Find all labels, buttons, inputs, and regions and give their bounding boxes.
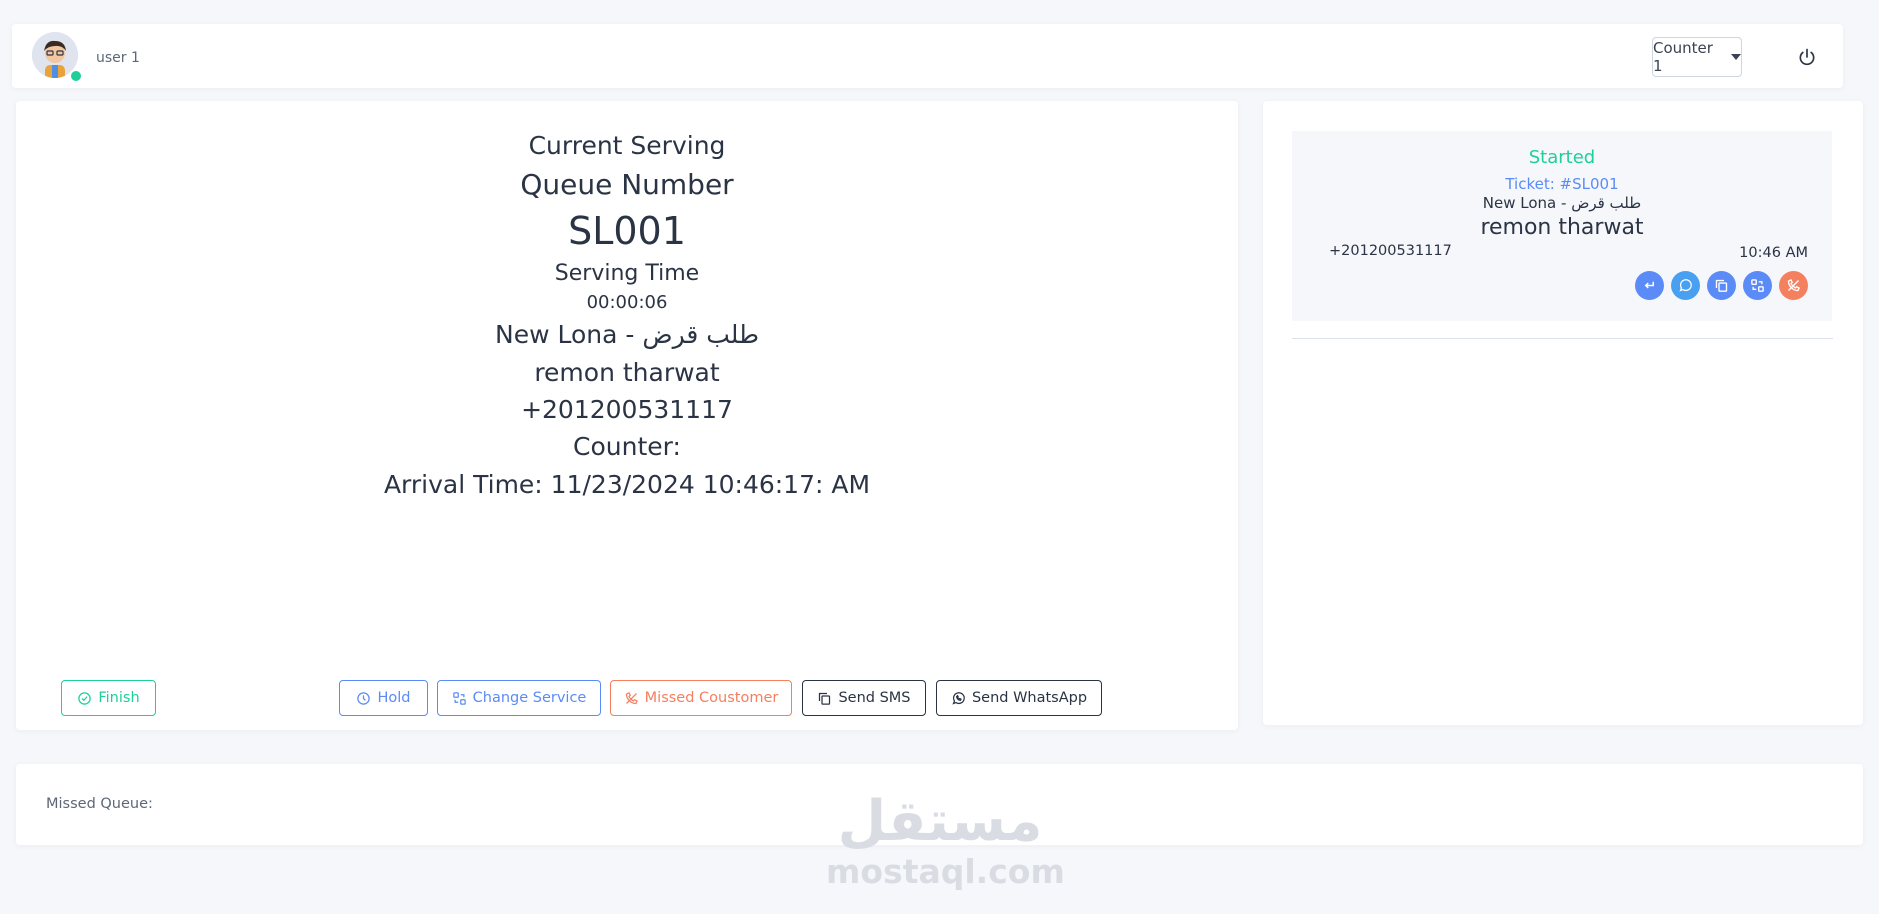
missed-customer-label: Missed Coustomer [644, 690, 779, 706]
whatsapp-icon [1679, 279, 1692, 292]
finish-button[interactable]: Finish [61, 680, 156, 716]
send-sms-button[interactable]: Send SMS [802, 680, 926, 716]
ticket-sms-button[interactable] [1707, 271, 1736, 300]
copy-icon [819, 692, 831, 705]
ticket-number: Ticket: #SL001 [1505, 175, 1619, 193]
top-header: user 1 Counter 1 [12, 24, 1843, 88]
queue-divider [1292, 338, 1833, 339]
counter-label: Counter: [573, 432, 681, 461]
send-whatsapp-label: Send WhatsApp [971, 690, 1088, 706]
ticket-service: New Lona - طلب قرض [1482, 194, 1642, 212]
user-name: user 1 [96, 50, 140, 66]
ticket-customer-name: remon tharwat [1480, 215, 1644, 240]
phone-missed-icon [625, 691, 638, 704]
missed-queue-label: Missed Queue: [46, 796, 153, 812]
ticket-status: Started [1528, 147, 1596, 168]
ticket-time: 10:46 AM [1739, 245, 1808, 261]
customer-phone: +201200531117 [521, 395, 733, 424]
hold-label: Hold [377, 690, 411, 706]
finish-label: Finish [98, 690, 140, 706]
service-name: New Lona - طلب قرض [495, 320, 759, 349]
customer-name: remon tharwat [534, 358, 720, 387]
ticket-phone: +201200531117 [1329, 243, 1452, 259]
clock-icon [357, 691, 371, 705]
missed-customer-button[interactable]: Missed Coustomer [610, 680, 792, 716]
ticket-actions [1635, 271, 1808, 300]
online-status-dot [69, 69, 83, 83]
power-button[interactable] [1794, 44, 1820, 70]
counter-dropdown[interactable]: Counter 1 [1652, 37, 1742, 77]
current-serving-title: Current Serving [528, 131, 726, 160]
power-icon [1799, 48, 1815, 66]
change-service-label: Change Service [472, 690, 587, 706]
current-serving-panel: Current Serving Queue Number SL001 Servi… [16, 101, 1238, 730]
phone-missed-icon [1787, 278, 1801, 292]
serving-time-label: Serving Time [554, 261, 700, 286]
send-whatsapp-button[interactable]: Send WhatsApp [936, 680, 1102, 716]
return-arrow-icon [1644, 281, 1654, 289]
swap-icon [452, 691, 466, 705]
recall-button[interactable] [1635, 271, 1664, 300]
arrival-time: Arrival Time: 11/23/2024 10:46:17: AM [383, 470, 871, 499]
missed-queue-panel: Missed Queue: [16, 764, 1863, 845]
counter-dropdown-label: Counter 1 [1653, 39, 1713, 75]
send-sms-label: Send SMS [838, 690, 911, 706]
hold-button[interactable]: Hold [339, 680, 428, 716]
queue-ticket-card[interactable]: Started Ticket: #SL001 New Lona - طلب قر… [1292, 131, 1832, 321]
copy-icon [1715, 279, 1728, 292]
queue-number: SL001 [568, 209, 686, 253]
ticket-change-service-button[interactable] [1743, 271, 1772, 300]
queue-list-panel: Started Ticket: #SL001 New Lona - طلب قر… [1263, 101, 1863, 725]
serving-time: 00:00:06 [586, 292, 668, 313]
whatsapp-icon [952, 691, 965, 705]
swap-icon [1751, 279, 1764, 292]
watermark-latin: mostaql.com [826, 852, 1065, 891]
caret-down-icon [1731, 54, 1741, 60]
ticket-whatsapp-button[interactable] [1671, 271, 1700, 300]
change-service-button[interactable]: Change Service [437, 680, 601, 716]
check-circle-icon [78, 691, 92, 705]
ticket-missed-button[interactable] [1779, 271, 1808, 300]
queue-number-label: Queue Number [520, 168, 734, 201]
